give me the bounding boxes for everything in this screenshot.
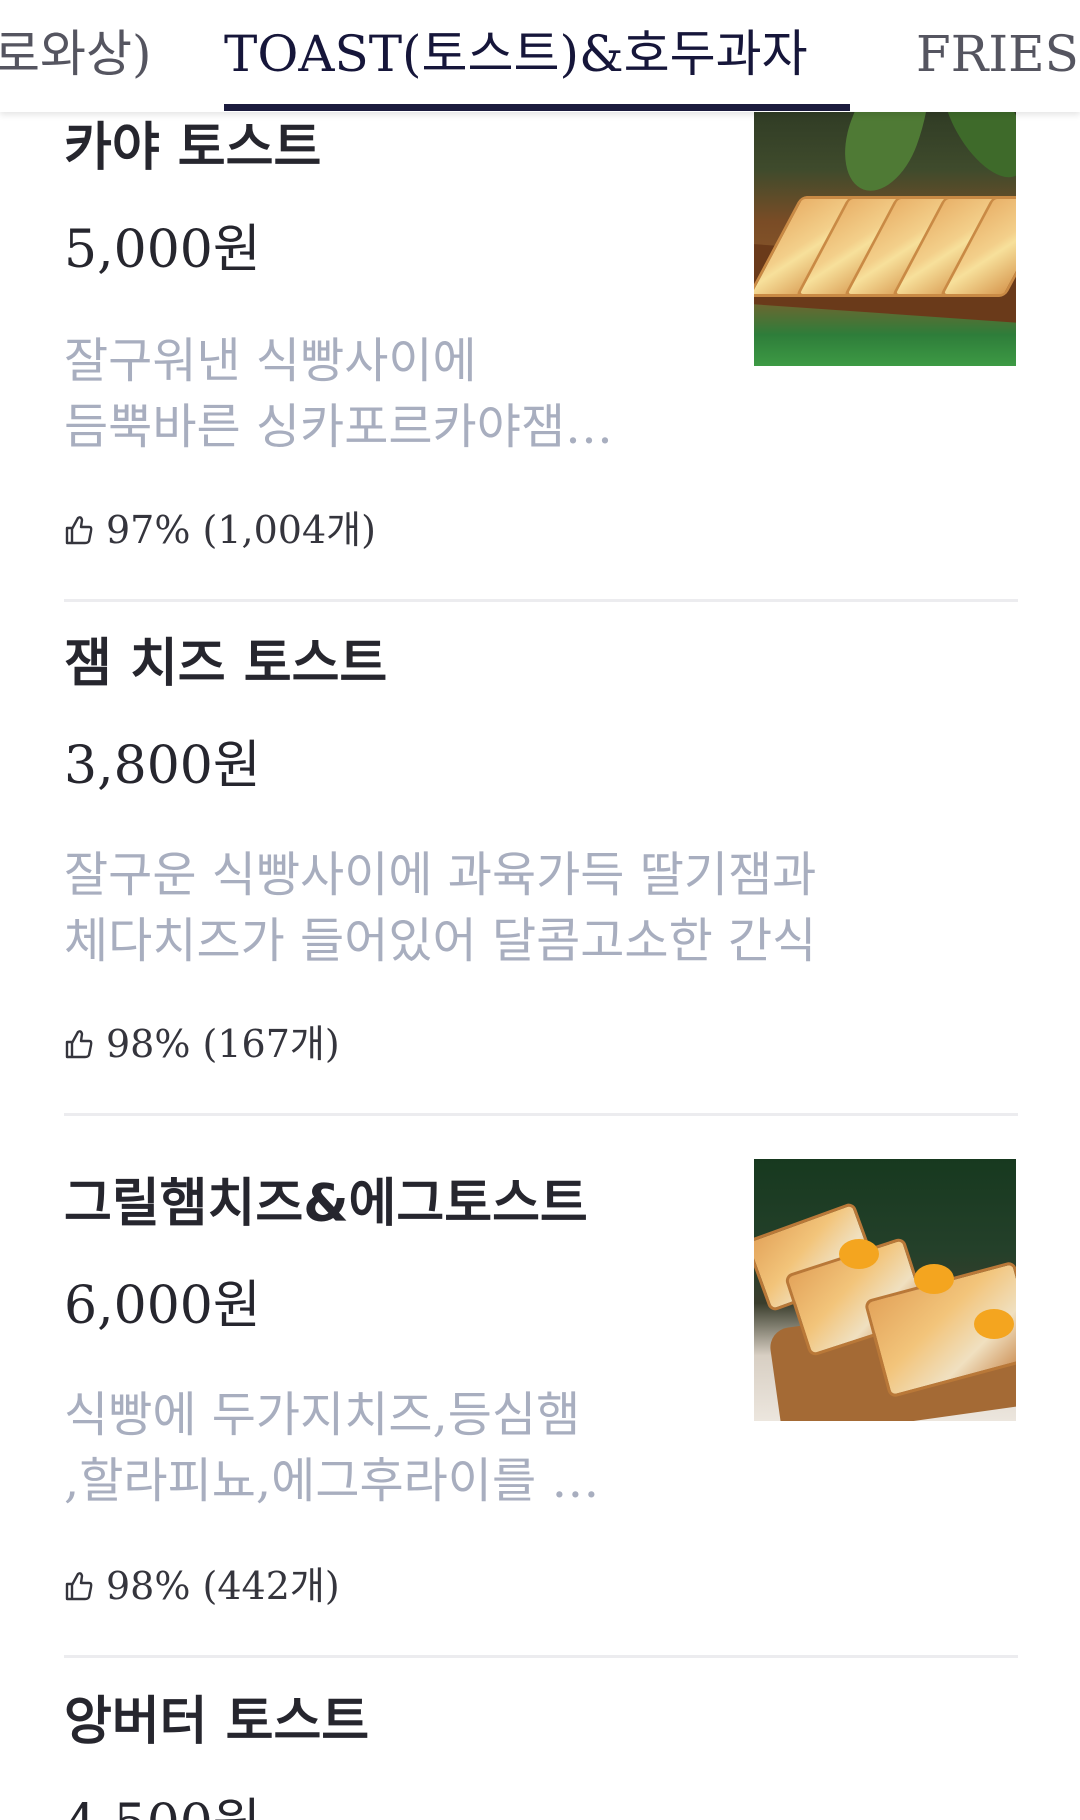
item-rating: 97% (1,004개) [64, 506, 376, 554]
active-tab-indicator [224, 104, 850, 111]
item-price: 6,000원 [64, 1276, 261, 1336]
item-description-line-1: 잘구워낸 식빵사이에 [64, 333, 477, 389]
item-name: 잼 치즈 토스트 [64, 634, 388, 694]
item-rating: 98% (167개) [64, 1020, 340, 1068]
thumbs-up-icon [65, 1030, 93, 1059]
item-price: 3,800원 [64, 736, 261, 796]
item-description-line-1: 식빵에 두가지치즈,등심햄 [64, 1387, 581, 1443]
menu-item-jam-cheese-toast[interactable]: 잼 치즈 토스트 3,800원 잘구운 식빵사이에 과육가득 딸기잼과 체다치즈… [64, 632, 1018, 1082]
item-description-line-2: ,할라피뇨,에그후라이를 … [64, 1453, 600, 1509]
item-name: 앙버터 토스트 [64, 1692, 370, 1752]
rating-text: 98% (167개) [106, 1022, 340, 1066]
tab-toast[interactable]: TOAST(토스트)&호두과자 [224, 18, 808, 90]
thumbs-up-icon [65, 516, 93, 545]
menu-item-ang-butter-toast[interactable]: 앙버터 토스트 4,500원 [64, 1690, 1018, 1820]
item-price: 5,000원 [64, 220, 261, 280]
item-divider [64, 1113, 1018, 1116]
item-name: 그릴햄치즈&에그토스트 [64, 1174, 588, 1234]
item-rating: 98% (442개) [64, 1562, 340, 1610]
rating-text: 98% (442개) [106, 1564, 340, 1608]
thumbs-up-icon [65, 1572, 93, 1601]
item-price: 4,500원 [64, 1792, 261, 1820]
item-divider [64, 599, 1018, 602]
grill-ham-cheese-egg-toast-photo [754, 1159, 1016, 1421]
item-description-line-1: 잘구운 식빵사이에 과육가득 딸기잼과 [64, 847, 817, 903]
tab-croissant[interactable]: 로와상) [0, 18, 152, 90]
rating-text: 97% (1,004개) [106, 508, 376, 552]
item-name: 카야 토스트 [64, 118, 322, 178]
item-divider [64, 1655, 1018, 1658]
tab-fries[interactable]: FRIES( [916, 18, 1080, 90]
item-description-line-2: 체다치즈가 들어있어 달콤고소한 간식 [64, 913, 817, 969]
menu-list: 카야 토스트 5,000원 잘구워낸 식빵사이에 듬뿍바른 싱카포르카야잼… 9… [0, 0, 1080, 1820]
item-description-line-2: 듬뿍바른 싱카포르카야잼… [64, 399, 614, 455]
menu-page: 카야 토스트 5,000원 잘구워낸 식빵사이에 듬뿍바른 싱카포르카야잼… 9… [0, 0, 1080, 1820]
kaya-toast-photo [754, 104, 1016, 366]
category-tab-bar: 로와상) TOAST(토스트)&호두과자 FRIES( [0, 0, 1080, 112]
